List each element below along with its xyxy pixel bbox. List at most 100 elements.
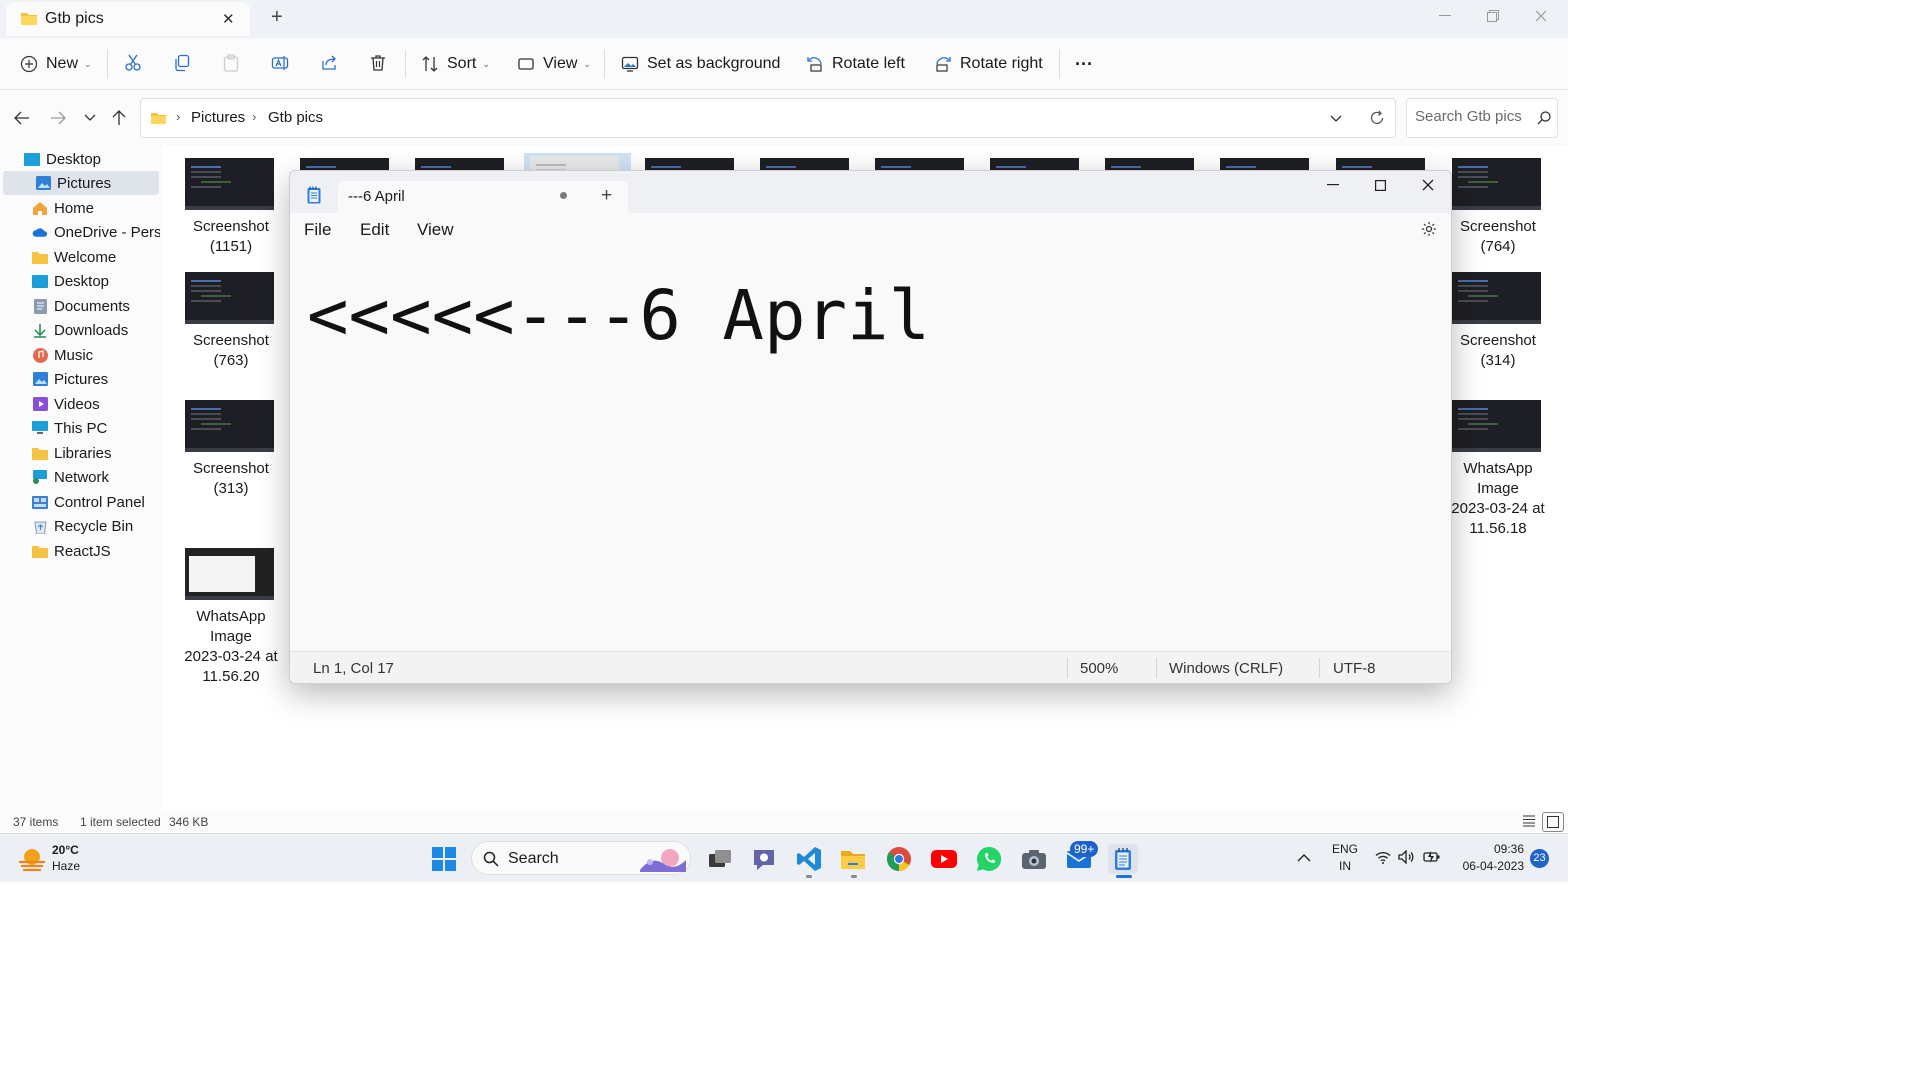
nav-item-control-panel[interactable]: Control Panel [32, 490, 158, 514]
start-button[interactable] [429, 844, 459, 874]
menu-edit[interactable]: Edit [360, 220, 389, 240]
file-label[interactable]: Screenshot (314) [1443, 331, 1553, 371]
file-thumbnail[interactable] [1452, 272, 1541, 324]
file-thumbnail[interactable] [1452, 400, 1541, 452]
nav-item-this-pc[interactable]: This PC [32, 416, 158, 440]
set-as-background-button[interactable]: Set as background [621, 51, 780, 77]
notepad-text-area[interactable]: <<<<<---6 April [290, 247, 1451, 651]
file-thumbnail[interactable] [185, 400, 274, 452]
show-hidden-icons-icon[interactable] [1297, 854, 1311, 862]
chrome-icon[interactable] [884, 844, 914, 874]
nav-item-music[interactable]: Music [32, 343, 158, 367]
search-input[interactable] [1415, 108, 1531, 125]
whatsapp-icon[interactable] [974, 844, 1004, 874]
nav-item-reactjs[interactable]: ReactJS [32, 539, 158, 563]
unsaved-indicator-icon[interactable] [560, 192, 567, 199]
home-icon [32, 201, 48, 215]
address-dropdown-icon[interactable] [1330, 115, 1342, 123]
nav-item-pictures[interactable]: Pictures [3, 171, 159, 195]
close-window-button[interactable] [1517, 0, 1565, 32]
notification-center-badge[interactable]: 23 [1530, 849, 1549, 868]
back-arrow-icon[interactable] [12, 108, 32, 128]
delete-icon[interactable] [367, 52, 389, 74]
menu-file[interactable]: File [304, 220, 331, 240]
notepad-close-button[interactable] [1404, 171, 1451, 201]
settings-gear-icon[interactable] [1421, 221, 1437, 237]
rotate-right-button[interactable]: Rotate right [934, 51, 1043, 77]
camera-icon[interactable] [1019, 844, 1049, 874]
notepad-maximize-button[interactable] [1356, 171, 1404, 201]
address-bar[interactable]: › Pictures › Gtb pics [140, 98, 1396, 138]
large-icons-view-icon[interactable] [1542, 812, 1564, 832]
more-options-button[interactable]: ··· [1075, 51, 1093, 77]
file-label[interactable]: WhatsApp Image 2023-03-24 at 11.56.20 [176, 607, 286, 687]
wifi-icon[interactable] [1375, 851, 1391, 864]
youtube-icon[interactable] [929, 844, 959, 874]
nav-item-videos[interactable]: Videos [32, 392, 158, 416]
search-icon[interactable] [1537, 111, 1551, 125]
nav-item-desktop[interactable]: Desktop [24, 147, 158, 171]
file-thumbnail[interactable] [185, 158, 274, 210]
details-view-icon[interactable] [1522, 815, 1536, 827]
nav-item-welcome[interactable]: Welcome [32, 245, 158, 269]
volume-icon[interactable] [1398, 850, 1414, 864]
file-thumbnail[interactable] [185, 548, 274, 600]
restore-button[interactable] [1469, 0, 1517, 32]
encoding[interactable]: UTF-8 [1333, 660, 1376, 677]
new-button[interactable]: New ⌄ [20, 51, 92, 77]
file-label[interactable]: Screenshot (313) [176, 459, 286, 499]
menu-view[interactable]: View [417, 220, 454, 240]
nav-item-downloads[interactable]: Downloads [32, 318, 158, 342]
paste-icon[interactable] [220, 52, 242, 74]
view-button[interactable]: View ⌄ [517, 51, 591, 77]
notepad-tab[interactable]: ---6 April [338, 181, 628, 213]
file-explorer-icon[interactable] [838, 844, 868, 874]
recent-locations-icon[interactable] [80, 108, 100, 128]
breadcrumb-pictures[interactable]: Pictures [191, 109, 245, 126]
battery-charging-icon[interactable] [1423, 849, 1441, 865]
file-thumbnail[interactable] [185, 272, 274, 324]
notepad-tab-title: ---6 April [348, 188, 405, 205]
copy-icon[interactable] [171, 52, 193, 74]
explorer-tab[interactable]: Gtb pics ✕ [6, 2, 250, 36]
nav-item-home[interactable]: Home [32, 196, 158, 220]
nav-item-label: Downloads [54, 321, 129, 339]
vscode-icon[interactable] [794, 844, 824, 874]
breadcrumb-gtb-pics[interactable]: Gtb pics [268, 109, 323, 126]
rename-icon[interactable] [269, 52, 291, 74]
nav-item-pictures-2[interactable]: Pictures [32, 367, 158, 391]
nav-item-network[interactable]: Network [32, 465, 158, 489]
up-arrow-icon[interactable] [109, 108, 129, 128]
notepad-minimize-button[interactable] [1309, 171, 1357, 201]
minimize-button[interactable] [1421, 0, 1469, 32]
nav-item-recycle-bin[interactable]: Recycle Bin [32, 514, 158, 538]
sort-button[interactable]: Sort ⌄ [421, 51, 490, 77]
file-label[interactable]: WhatsApp Image 2023-03-24 at 11.56.18 [1443, 459, 1553, 539]
close-tab-icon[interactable]: ✕ [222, 10, 235, 28]
line-ending[interactable]: Windows (CRLF) [1169, 660, 1283, 677]
weather-widget[interactable]: 20°C Haze [18, 842, 98, 876]
teams-chat-icon[interactable] [749, 844, 779, 874]
chevron-right-icon: › [252, 109, 257, 124]
language-indicator[interactable]: ENG IN [1325, 842, 1365, 876]
zoom-level[interactable]: 500% [1080, 660, 1118, 677]
notepad-new-tab-button[interactable]: + [601, 185, 612, 207]
share-icon[interactable] [318, 52, 340, 74]
forward-arrow-icon[interactable] [48, 108, 68, 128]
rotate-left-button[interactable]: Rotate left [806, 51, 905, 77]
notepad-taskbar-icon[interactable] [1108, 844, 1138, 874]
file-label[interactable]: Screenshot (764) [1443, 217, 1553, 257]
file-thumbnail[interactable] [1452, 158, 1541, 210]
refresh-icon[interactable] [1369, 110, 1385, 126]
cut-icon[interactable] [122, 52, 144, 74]
new-tab-button[interactable]: + [271, 6, 283, 29]
nav-item-documents[interactable]: Documents [32, 294, 158, 318]
file-label[interactable]: Screenshot (763) [176, 331, 286, 371]
taskbar-search[interactable]: Search [471, 841, 691, 875]
nav-item-onedrive[interactable]: OneDrive - Persc [32, 220, 160, 244]
clock[interactable]: 09:36 06-04-2023 [1452, 842, 1524, 876]
nav-item-desktop-2[interactable]: Desktop [32, 269, 158, 293]
task-view-icon[interactable] [705, 844, 735, 874]
nav-item-libraries[interactable]: Libraries [32, 441, 158, 465]
file-label[interactable]: Screenshot (1151) [176, 217, 286, 257]
